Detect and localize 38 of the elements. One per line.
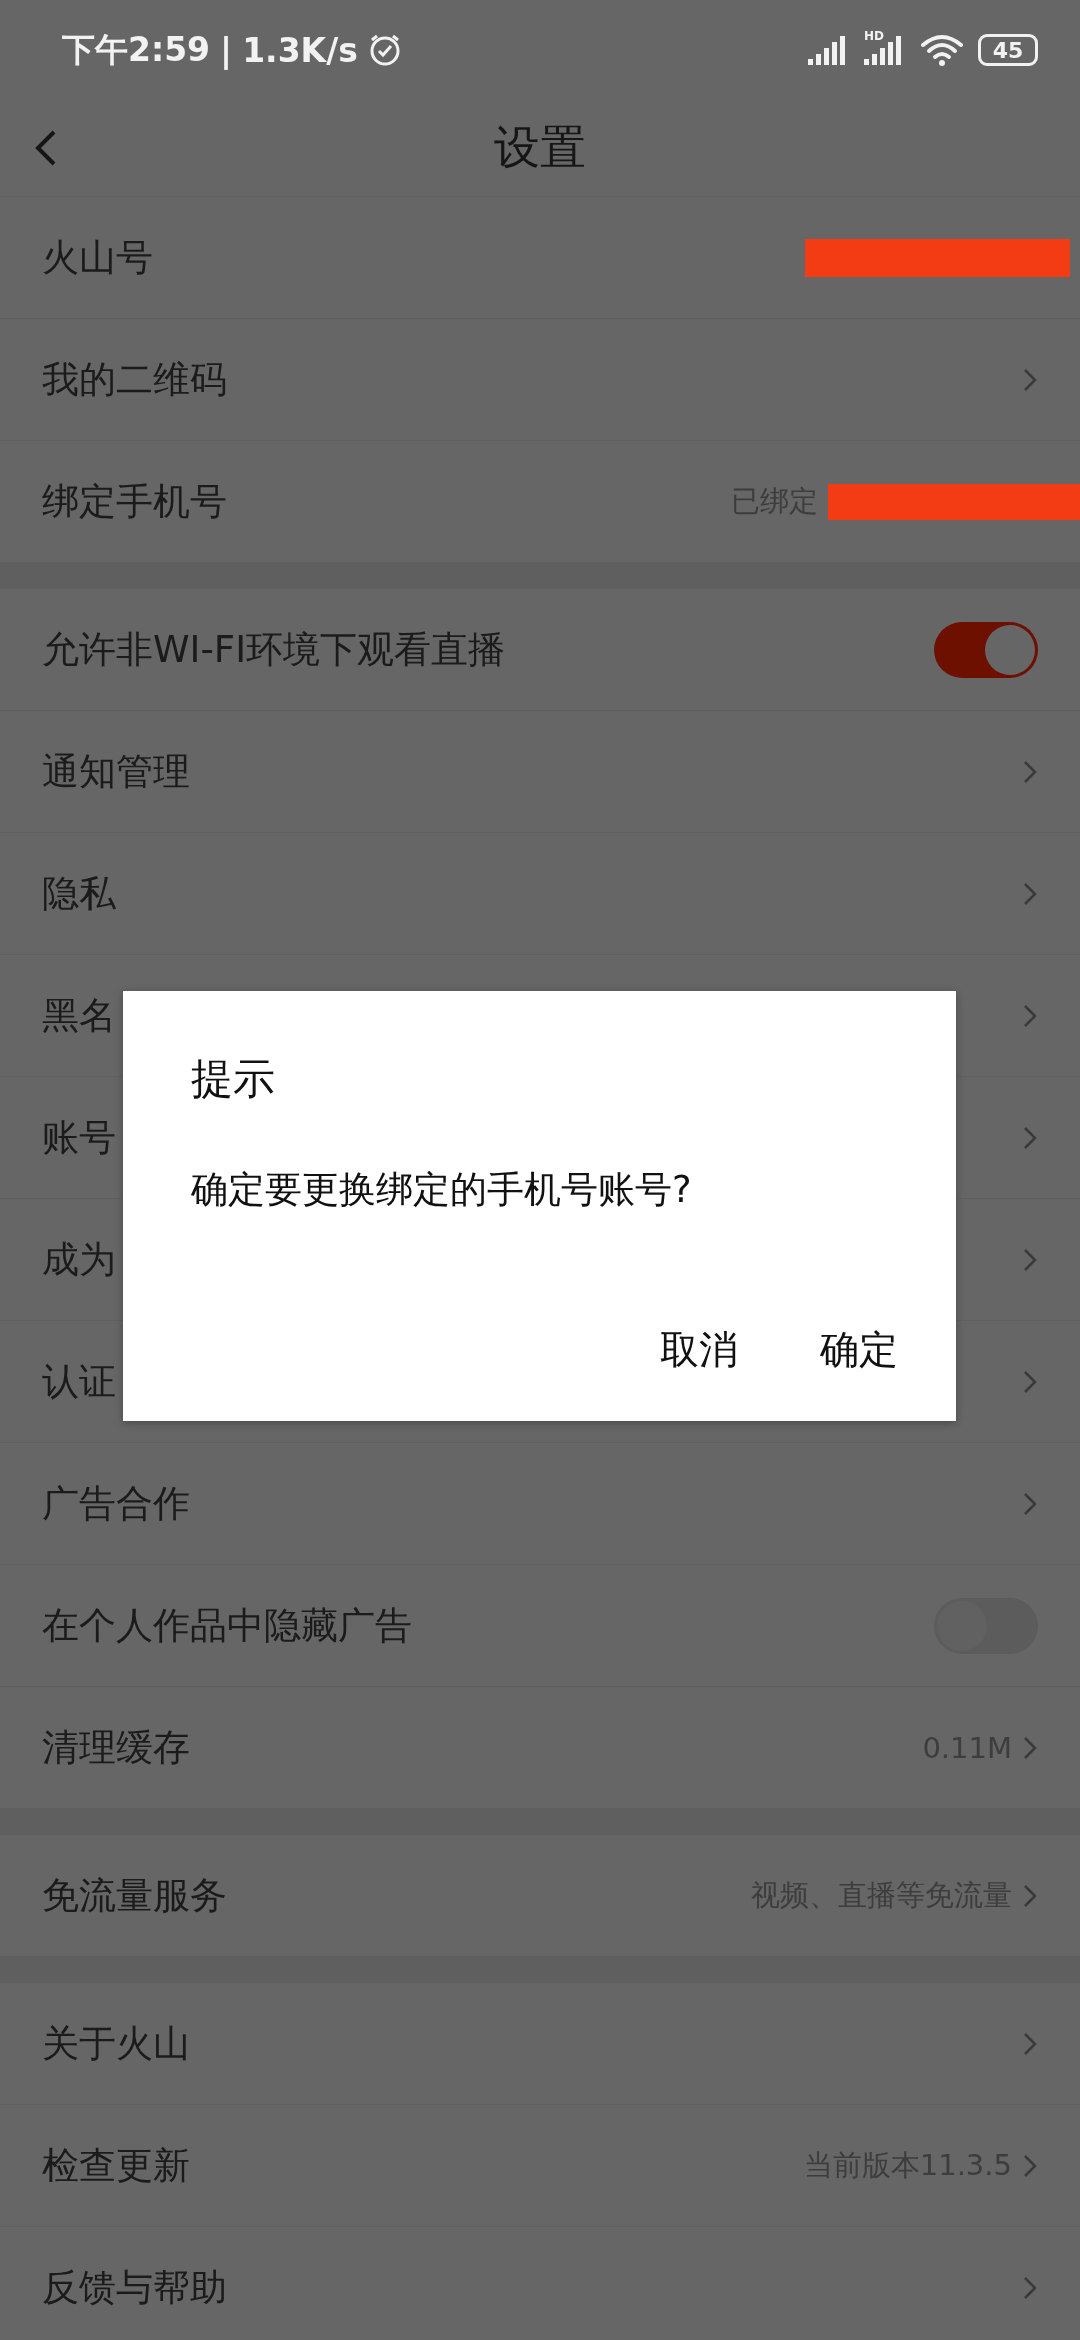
setting-row[interactable]: 隐私 [0, 833, 1080, 955]
setting-label: 通知管理 [42, 748, 191, 795]
setting-row[interactable]: 反馈与帮助 [0, 2227, 1080, 2340]
setting-label: 允许非WI-FI环境下观看直播 [42, 626, 507, 673]
setting-label: 成为 [42, 1236, 117, 1283]
setting-row[interactable]: 在个人作品中隐藏广告 [0, 1565, 1080, 1687]
setting-row[interactable]: 关于火山 [0, 1983, 1080, 2105]
dialog-title: 提示 [191, 1053, 276, 1105]
setting-row[interactable]: 允许非WI-FI环境下观看直播 [0, 589, 1080, 711]
setting-label: 在个人作品中隐藏广告 [42, 1602, 413, 1649]
battery-icon: 45 [978, 34, 1038, 66]
setting-row[interactable]: 火山号 [0, 197, 1080, 319]
setting-label: 广告合作 [42, 1480, 191, 1527]
setting-label: 黑名 [42, 992, 117, 1039]
dialog-button[interactable]: 确定 [812, 1315, 906, 1385]
setting-label: 反馈与帮助 [42, 2264, 228, 2311]
setting-label: 认证 [42, 1358, 117, 1405]
network-speed: 1.3K/s [242, 30, 358, 70]
hd-label: HD [864, 29, 884, 43]
setting-label: 绑定手机号 [42, 478, 228, 525]
setting-row[interactable]: 我的二维码 [0, 319, 1080, 441]
setting-row[interactable]: 通知管理 [0, 711, 1080, 833]
setting-label: 我的二维码 [42, 356, 228, 403]
setting-label: 检查更新 [42, 2142, 191, 2189]
setting-label: 清理缓存 [42, 1724, 191, 1771]
setting-label: 隐私 [42, 870, 117, 917]
page-title: 设置 [494, 119, 586, 176]
status-separator: | [220, 30, 233, 70]
setting-row[interactable]: 广告合作 [0, 1443, 1080, 1565]
setting-label: 关于火山 [42, 2020, 191, 2067]
back-icon[interactable] [34, 130, 58, 166]
dialog-message: 确定要更换绑定的手机号账号? [191, 1167, 693, 1213]
dialog-button[interactable]: 取消 [652, 1315, 746, 1385]
wifi-icon [920, 33, 964, 67]
setting-label: 账号 [42, 1114, 117, 1161]
setting-label: 火山号 [42, 234, 154, 281]
setting-label: 免流量服务 [42, 1872, 228, 1919]
status-time: 下午2:59 [62, 28, 211, 71]
